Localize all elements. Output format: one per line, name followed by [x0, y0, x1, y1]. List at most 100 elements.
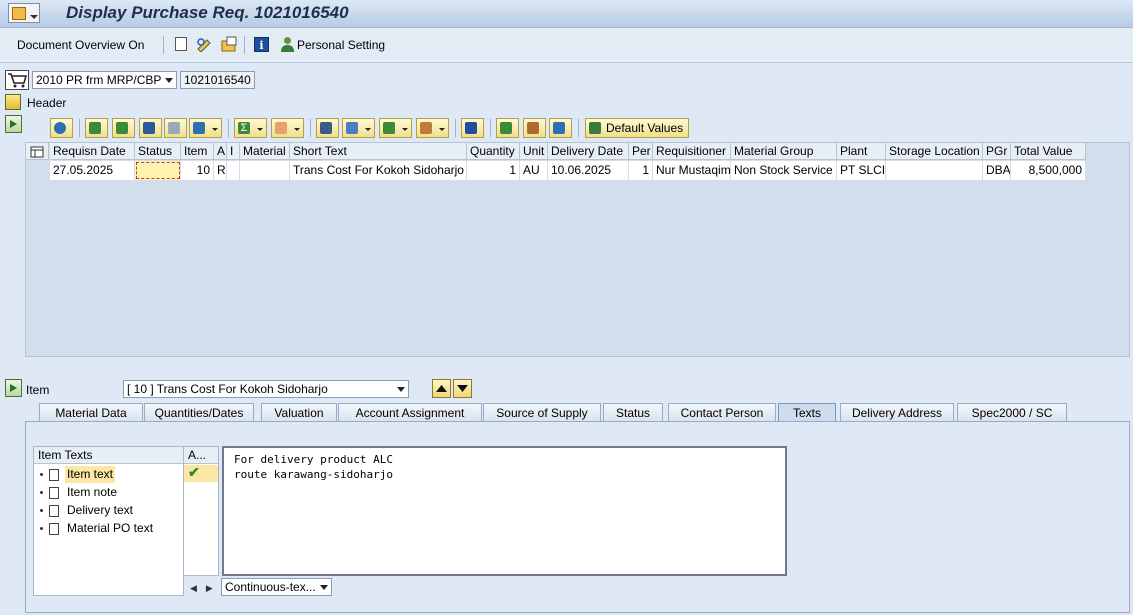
previous-item-button[interactable]	[432, 379, 451, 398]
scroll-right-icon[interactable]: ▶	[197, 583, 213, 593]
chevron-down-icon	[365, 128, 371, 131]
column-header-total-value[interactable]: Total Value	[1011, 143, 1086, 160]
item-label: Item	[26, 383, 50, 397]
collapse-items-icon[interactable]	[5, 115, 22, 133]
document-type-select[interactable]: 2010 PR frm MRP/CBP	[32, 71, 177, 89]
document-type-value: 2010 PR frm MRP/CBP	[36, 73, 162, 87]
cell-total-value: 8,500,000	[1011, 161, 1086, 180]
layout-button[interactable]	[416, 118, 449, 138]
column-header-delivery-date[interactable]: Delivery Date	[548, 143, 629, 160]
tab-spec2000-sc[interactable]: Spec2000 / SC	[957, 403, 1067, 422]
page-title: Display Purchase Req. 1021016540	[66, 3, 349, 22]
find-next-button[interactable]	[164, 118, 187, 138]
personal-setting-button[interactable]: Personal Setting	[297, 38, 385, 52]
sort-descending-button[interactable]	[112, 118, 135, 138]
cell-unit: AU	[520, 161, 548, 180]
tab-texts[interactable]: Texts	[778, 403, 836, 422]
column-header-item[interactable]: Item	[181, 143, 214, 160]
bullet-icon	[40, 527, 43, 531]
column-header-i[interactable]: I	[227, 143, 240, 160]
delete-line-button[interactable]	[523, 118, 546, 138]
toolbar-separator	[578, 119, 579, 137]
personal-setting-icon[interactable]	[280, 37, 295, 52]
document-overview-button[interactable]: Document Overview On	[17, 38, 144, 52]
tab-quantities-dates[interactable]: Quantities/Dates	[144, 403, 254, 422]
column-header-material-group[interactable]: Material Group	[731, 143, 837, 160]
display-change-icon[interactable]	[196, 37, 213, 53]
expand-header-icon[interactable]	[5, 94, 21, 110]
tab-delivery-address[interactable]: Delivery Address	[840, 403, 954, 422]
column-header-per[interactable]: Per	[629, 143, 653, 160]
cell-pgr: DBA	[983, 161, 1011, 180]
copy-line-button[interactable]	[496, 118, 519, 138]
column-header-a[interactable]: A	[214, 143, 227, 160]
details-button[interactable]	[50, 118, 73, 138]
next-item-button[interactable]	[453, 379, 472, 398]
tab-valuation[interactable]: Valuation	[261, 403, 337, 422]
text-status-header: A...	[184, 447, 218, 464]
column-header-short-text[interactable]: Short Text	[290, 143, 467, 160]
column-header-requisn-date[interactable]: Requisn Date	[50, 143, 135, 160]
column-header-quantity[interactable]: Quantity	[467, 143, 520, 160]
text-format-select[interactable]: Continuous-tex...	[221, 578, 332, 596]
default-values-button[interactable]: Default Values	[585, 118, 689, 138]
column-header-material[interactable]: Material	[240, 143, 290, 160]
column-header-status[interactable]: Status	[135, 143, 181, 160]
grid-info-button[interactable]	[461, 118, 484, 138]
find-button[interactable]	[139, 118, 162, 138]
column-header-plant[interactable]: Plant	[837, 143, 886, 160]
text-item-label: Delivery text	[67, 503, 134, 517]
cell-status[interactable]	[135, 161, 181, 180]
other-document-icon[interactable]	[221, 36, 238, 52]
scroll-left-icon[interactable]: ◀	[186, 583, 197, 593]
toolbar-separator	[228, 119, 229, 137]
column-header-pgr[interactable]: PGr	[983, 143, 1011, 160]
column-header-unit[interactable]: Unit	[520, 143, 548, 160]
sum-button[interactable]: Σ	[234, 118, 267, 138]
item-select[interactable]: [ 10 ] Trans Cost For Kokoh Sidoharjo	[123, 380, 409, 398]
text-item-item-text[interactable]: Item text	[40, 466, 116, 483]
export-button[interactable]	[379, 118, 412, 138]
tab-account-assignment[interactable]: Account Assignment	[338, 403, 482, 422]
select-all-column[interactable]	[26, 143, 49, 160]
text-editor[interactable]: For delivery product ALC route karawang-…	[222, 446, 787, 576]
default-values-label: Default Values	[606, 121, 684, 135]
editor-line: For delivery product ALC	[234, 453, 393, 466]
create-document-icon[interactable]	[175, 37, 187, 51]
subtotal-button[interactable]	[271, 118, 304, 138]
item-select-value: [ 10 ] Trans Cost For Kokoh Sidoharjo	[127, 382, 328, 396]
tab-status[interactable]: Status	[603, 403, 663, 422]
print-button[interactable]	[316, 118, 339, 138]
tree-scroll-arrows[interactable]: ◀ ▶	[186, 580, 219, 596]
tab-material-data[interactable]: Material Data	[39, 403, 143, 422]
chevron-down-icon	[294, 128, 300, 131]
cell-quantity: 1	[467, 161, 520, 180]
bullet-icon	[40, 473, 43, 477]
info-icon[interactable]: i	[254, 37, 269, 52]
lock-line-button[interactable]	[549, 118, 572, 138]
text-document-icon	[49, 522, 59, 535]
views-button[interactable]	[342, 118, 375, 138]
system-menu-icon[interactable]	[8, 3, 40, 23]
cell-plant: PT SLCI	[837, 161, 886, 180]
collapse-item-detail-icon[interactable]	[5, 379, 22, 397]
items-table: Requisn Date Status Item A I Material Short Te…	[25, 142, 1130, 357]
document-number-field[interactable]: 1021016540	[180, 71, 255, 89]
text-item-label: Item note	[67, 485, 118, 499]
chevron-down-icon	[397, 387, 405, 392]
tab-source-of-supply[interactable]: Source of Supply	[483, 403, 601, 422]
cell-material-group: Non Stock Service	[731, 161, 837, 180]
text-item-material-po-text[interactable]: Material PO text	[40, 520, 155, 537]
toolbar-separator	[310, 119, 311, 137]
column-header-requisitioner[interactable]: Requisitioner	[653, 143, 731, 160]
cell-short-text: Trans Cost For Kokoh Sidoharjo	[290, 161, 467, 180]
column-header-storage-location[interactable]: Storage Location	[886, 143, 983, 160]
text-item-delivery-text[interactable]: Delivery text	[40, 502, 135, 519]
tab-contact-person[interactable]: Contact Person	[668, 403, 776, 422]
sort-ascending-button[interactable]	[85, 118, 108, 138]
filter-button[interactable]	[189, 118, 222, 138]
text-item-item-note[interactable]: Item note	[40, 484, 119, 501]
editor-line: route karawang-sidoharjo	[234, 468, 393, 481]
row-selector[interactable]	[26, 161, 49, 180]
toolbar-separator	[163, 36, 164, 54]
